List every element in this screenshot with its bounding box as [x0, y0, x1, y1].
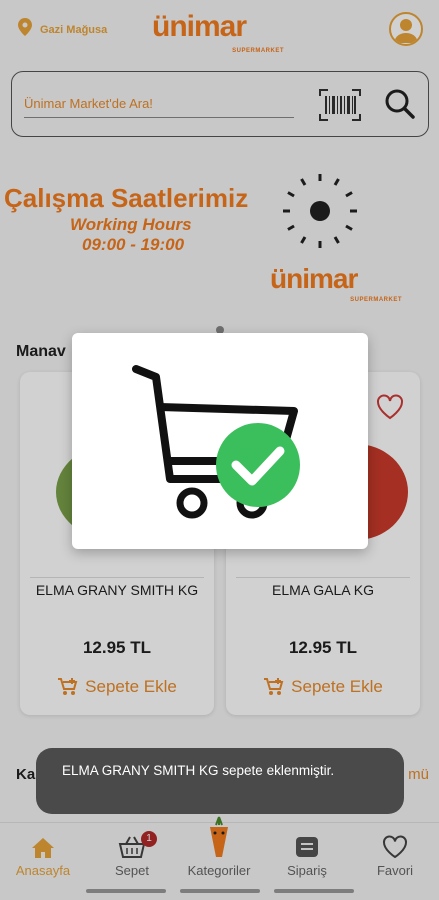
- cart-success-icon: [132, 365, 300, 519]
- toast-message: ELMA GRANY SMITH KG sepete eklenmiştir.: [36, 748, 404, 814]
- added-to-cart-dialog: [72, 333, 368, 549]
